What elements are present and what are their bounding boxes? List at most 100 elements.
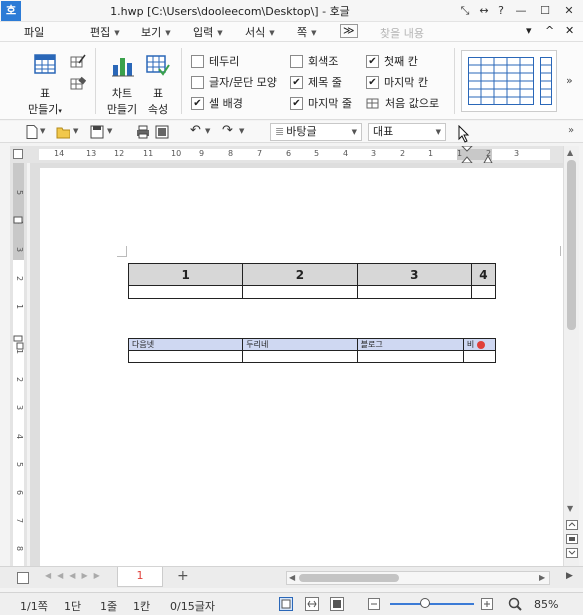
table-cell[interactable]	[356, 350, 464, 363]
vruler-cell-marker-icon[interactable]	[13, 335, 25, 355]
normal-view-icon[interactable]	[279, 597, 293, 611]
checkbox-checked[interactable]: ✔	[290, 96, 303, 110]
restore-size-icon[interactable]: ⤡	[456, 3, 474, 19]
ribbon-expand-button[interactable]: »	[566, 74, 573, 87]
menu-view[interactable]: 보기 ▼	[141, 24, 171, 40]
vertical-scrollbar[interactable]: ▲ ▼	[563, 146, 579, 566]
zoom-slider-thumb[interactable]	[420, 598, 430, 608]
table-style-gallery[interactable]	[461, 50, 557, 112]
menu-file[interactable]: 파일	[24, 24, 44, 40]
document-page[interactable]: 1 2 3 4 다음넷 두리네 블로그 비	[40, 168, 563, 566]
table-cell[interactable]: 다음넷	[127, 338, 244, 351]
table-1[interactable]: 1 2 3 4	[127, 263, 497, 299]
checkbox[interactable]	[191, 54, 204, 68]
option-char-para-shape[interactable]: 글자/문단 모양	[191, 75, 277, 89]
checkbox-checked[interactable]: ✔	[191, 96, 204, 110]
font-dropdown[interactable]: 대표 ▼	[368, 123, 446, 141]
chevron-down-icon[interactable]: ▼	[107, 127, 112, 135]
document-area[interactable]: 1 2 3 4 다음넷 두리네 블로그 비	[30, 163, 563, 566]
table-cell[interactable]: 블로그	[356, 338, 464, 351]
page-up-icon[interactable]	[566, 520, 578, 530]
save-icon[interactable]	[90, 125, 104, 139]
redo-icon[interactable]: ↷	[222, 123, 233, 138]
menu-format[interactable]: 서식 ▼	[245, 24, 275, 40]
option-border[interactable]: 테두리	[191, 54, 239, 68]
table-style-preview[interactable]	[468, 57, 534, 105]
fit-width-icon[interactable]: ↔	[475, 3, 493, 19]
undo-icon[interactable]: ↶	[190, 123, 201, 138]
print-preview-icon[interactable]	[155, 125, 169, 139]
table-cell[interactable]	[462, 350, 497, 363]
table-cell[interactable]: 비	[462, 338, 497, 351]
new-document-icon[interactable]	[26, 125, 40, 139]
ribbon-minimize-icon[interactable]: ^	[545, 24, 554, 37]
table-cell[interactable]: 3	[356, 263, 472, 286]
reset-to-default-button[interactable]: 처음 값으로	[366, 96, 439, 110]
table-cell[interactable]: 두리네	[242, 338, 358, 351]
h-scrollbar-thumb[interactable]	[299, 574, 399, 582]
tab-nav-arrows-icon[interactable]: ◀◀◀▶▶	[45, 571, 106, 580]
split-view-icon[interactable]: ▶	[566, 571, 573, 581]
table-cell[interactable]	[242, 350, 358, 363]
table-cell[interactable]	[242, 285, 358, 299]
help-button[interactable]: ?	[492, 3, 510, 19]
draw-table-icon[interactable]	[70, 54, 86, 69]
vertical-ruler[interactable]: 5432112345678	[10, 163, 27, 566]
table-cell[interactable]: 2	[242, 263, 358, 286]
table-cell[interactable]	[127, 285, 244, 299]
menu-edit[interactable]: 편집 ▼	[90, 24, 120, 40]
page-view-icon[interactable]	[330, 597, 344, 611]
option-title-row[interactable]: ✔ 제목 줄	[290, 75, 342, 89]
table-cell[interactable]	[356, 285, 472, 299]
zoom-slider-track[interactable]	[390, 603, 474, 605]
print-icon[interactable]	[136, 125, 150, 139]
chevron-down-icon[interactable]: ▼	[205, 127, 210, 135]
add-tab-button[interactable]: +	[177, 568, 189, 584]
scroll-left-icon[interactable]: ◀	[289, 573, 295, 582]
table-cell[interactable]: 4	[470, 263, 497, 286]
close-button[interactable]: ✕	[560, 3, 578, 19]
style-dropdown[interactable]: ≣ 바탕글 ▼	[270, 123, 362, 141]
option-first-col[interactable]: ✔ 첫째 칸	[366, 54, 418, 68]
zoom-level[interactable]: 85%	[534, 598, 558, 611]
page-down-icon[interactable]	[566, 548, 578, 558]
checkbox-checked[interactable]: ✔	[366, 54, 379, 68]
checkbox[interactable]	[290, 54, 303, 68]
chevron-down-icon[interactable]: ▼	[73, 127, 78, 135]
option-last-row[interactable]: ✔ 마지막 줄	[290, 96, 352, 110]
horizontal-ruler[interactable]: 14 13 12 11 10 9 8 7 6 5 4 3 2 1 1 2 3	[30, 146, 563, 163]
status-page[interactable]: 1/1쪽	[20, 598, 48, 614]
scroll-right-icon[interactable]: ▶	[539, 573, 545, 582]
ribbon-collapse-dropdown[interactable]: ▾	[526, 24, 532, 37]
zoom-magnifier-icon[interactable]	[508, 597, 522, 611]
table-style-preview-small[interactable]	[540, 57, 552, 105]
table-2[interactable]: 다음넷 두리네 블로그 비	[127, 338, 497, 363]
zoom-out-icon[interactable]	[368, 598, 380, 610]
option-cell-background[interactable]: ✔ 셀 배경	[191, 96, 243, 110]
checkbox-checked[interactable]: ✔	[366, 75, 379, 89]
table-cell[interactable]: 1	[127, 263, 244, 286]
page-tab[interactable]: 1	[117, 567, 163, 587]
table-properties-button[interactable]: 표 속성	[142, 47, 174, 116]
vruler-marker-icon[interactable]	[13, 216, 23, 224]
table-cell[interactable]	[470, 285, 497, 299]
toolbar-collapse-icon[interactable]: »	[568, 125, 574, 136]
scroll-down-icon[interactable]: ▼	[567, 504, 573, 513]
checkbox[interactable]	[191, 75, 204, 89]
web-view-icon[interactable]	[305, 597, 319, 611]
menu-more-button[interactable]: ≫	[340, 24, 358, 38]
doc-close-icon[interactable]: ✕	[565, 24, 574, 37]
indent-marker-icon[interactable]	[461, 146, 473, 163]
right-indent-marker-icon[interactable]	[483, 152, 493, 163]
minimize-button[interactable]: —	[512, 3, 530, 19]
horizontal-scrollbar[interactable]: ◀ ▶	[286, 571, 550, 585]
table-cell[interactable]	[127, 350, 244, 363]
erase-table-icon[interactable]	[70, 76, 86, 91]
menu-page[interactable]: 쪽 ▼	[297, 24, 317, 40]
create-table-button[interactable]: 표 만들기▾	[22, 47, 72, 116]
maximize-button[interactable]: ☐	[536, 3, 554, 19]
option-last-col[interactable]: ✔ 마지막 칸	[366, 75, 428, 89]
option-grayscale[interactable]: 회색조	[290, 54, 338, 68]
scroll-up-icon[interactable]: ▲	[567, 148, 573, 157]
search-input[interactable]: 찾을 내용	[380, 25, 424, 41]
